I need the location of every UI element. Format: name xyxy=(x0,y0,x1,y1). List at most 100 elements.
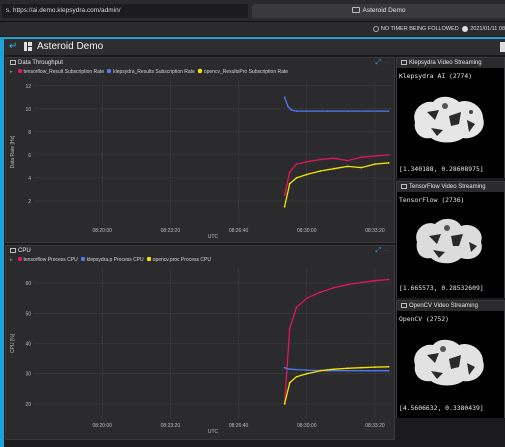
legend-label[interactable]: klepsydra_Results Subscription Rate xyxy=(113,69,195,75)
data-point xyxy=(374,366,376,368)
panel-tools[interactable]: ⤢ ⋯ xyxy=(375,246,390,256)
legend-toggle-icon[interactable]: ▸ xyxy=(10,256,13,264)
x-tick-label: 08:26:40 xyxy=(229,228,249,234)
series-line xyxy=(283,366,389,405)
legend-swatch xyxy=(197,69,202,73)
page-title: Asteroid Demo xyxy=(37,41,104,52)
data-point xyxy=(305,372,308,375)
y-tick-label: 10 xyxy=(25,107,31,113)
y-tick-label: 4 xyxy=(28,176,31,182)
y-tick-label: 12 xyxy=(25,84,31,90)
data-point xyxy=(387,278,390,281)
chart-icon xyxy=(10,60,16,65)
data-point xyxy=(295,306,298,309)
chart-legend: ▸ tensorflow_Result Subscription Rate klep… xyxy=(10,68,288,76)
tensorflow-video-panel: TensorFlow Video Streaming TensorFlow (2… xyxy=(396,181,505,298)
data-point xyxy=(295,177,298,179)
app-header: ↵ Asteroid Demo xyxy=(4,37,505,55)
panel-header: Data Throughput xyxy=(6,58,394,68)
legend-label[interactable]: tensorflow Process CPU xyxy=(24,257,78,263)
x-tick-label: 08:33:20 xyxy=(365,423,385,429)
series-line xyxy=(283,154,389,196)
data-point xyxy=(295,110,298,113)
menu-icon[interactable] xyxy=(500,42,505,52)
asteroid-image xyxy=(416,218,482,264)
chart-legend: ▸ tensorflow Process CPU klepsydra.p Proce… xyxy=(10,256,211,264)
x-tick-label: 08:30:00 xyxy=(297,423,317,429)
data-point xyxy=(333,167,335,170)
legend-label[interactable]: tensorflow_Result Subscription Rate xyxy=(24,69,105,75)
panel-title: OpenCV Video Streaming xyxy=(409,303,478,309)
x-tick-label: 08:30:00 xyxy=(297,228,317,234)
video-label: TensorFlow (2736) xyxy=(399,196,465,204)
dashboard-icon xyxy=(24,42,32,51)
x-tick-label: 08:23:20 xyxy=(161,228,181,234)
legend-swatch xyxy=(17,257,22,261)
data-point xyxy=(283,205,286,208)
data-point xyxy=(319,170,322,172)
fingerprint-icon xyxy=(372,25,379,32)
panel-header: CPU xyxy=(6,246,394,256)
data-point xyxy=(305,160,308,163)
more-icon[interactable]: ⋯ xyxy=(383,247,390,254)
data-point xyxy=(374,279,376,282)
x-tick-label: 08:33:20 xyxy=(365,228,385,234)
opencv-video-panel: OpenCV Video Streaming OpenCV (2752) [4.… xyxy=(396,300,505,418)
data-point xyxy=(319,369,322,372)
data-point xyxy=(346,165,349,168)
data-point xyxy=(387,369,390,372)
expand-icon[interactable]: ⤢ xyxy=(375,59,381,66)
legend-swatch xyxy=(107,69,112,73)
cpu-panel: CPU ⤢ ⋯ ▸ tensorflow Process CPU klepsydra… xyxy=(5,245,395,440)
y-tick-label: 6 xyxy=(28,153,31,159)
data-point xyxy=(288,171,291,174)
expand-icon[interactable]: ⤢ xyxy=(375,247,381,254)
x-tick-label: 08:20:00 xyxy=(92,423,112,429)
data-point xyxy=(288,381,291,384)
legend-swatch xyxy=(17,69,22,73)
more-icon[interactable]: ⋯ xyxy=(383,59,390,66)
series-line xyxy=(283,278,389,404)
video-coordinates: [1.665573, 0.28532609] xyxy=(399,284,484,292)
y-tick-label: 50 xyxy=(25,311,31,317)
legend-toggle-icon[interactable]: ▸ xyxy=(10,68,13,76)
panel-title: CPU xyxy=(18,248,31,254)
data-point xyxy=(283,403,286,405)
data-point xyxy=(305,110,308,113)
browser-toolbar: s. https://ai.demo.klepsydra.com/admin/ … xyxy=(0,0,505,22)
legend-label[interactable]: opencv.proc Process CPU xyxy=(153,257,211,263)
data-point xyxy=(360,281,363,284)
data-point xyxy=(295,163,298,165)
data-point xyxy=(287,105,289,108)
video-stream: TensorFlow (2736) [1.665573, 0.28532609] xyxy=(397,192,504,298)
data-point xyxy=(333,286,335,289)
address-bar[interactable]: s. https://ai.demo.klepsydra.com/admin/ xyxy=(2,4,248,18)
legend-label[interactable]: klepsydra.p Process CPU xyxy=(87,257,144,263)
back-arrow-icon[interactable]: ↵ xyxy=(9,40,17,54)
y-tick-label: 40 xyxy=(25,342,31,348)
image-icon xyxy=(401,60,407,65)
x-tick-label: 08:26:40 xyxy=(229,423,249,429)
panel-tools[interactable]: ⤢ ⋯ xyxy=(375,58,390,68)
data-point xyxy=(295,375,298,378)
panel-header: OpenCV Video Streaming xyxy=(397,301,504,311)
video-coordinates: [1.340188, 0.28608975] xyxy=(399,165,484,173)
browser-tab[interactable]: Asteroid Demo xyxy=(252,4,505,18)
legend-swatch xyxy=(80,257,85,261)
tab-favicon-icon xyxy=(351,7,360,14)
y-axis-label: Data Rate [Hz] xyxy=(10,135,16,168)
asteroid-image xyxy=(414,96,484,143)
legend-label[interactable]: opencv_ResultsPro Subscription Rate xyxy=(204,69,288,75)
asteroid-image xyxy=(414,339,484,386)
status-bar: NO TIMER BEING FOLLOWED 2021/01/11 08 xyxy=(0,22,505,36)
data-point xyxy=(290,109,293,111)
data-point xyxy=(288,368,291,371)
status-info: NO TIMER BEING FOLLOWED 2021/01/11 08 xyxy=(371,22,505,36)
x-axis-label: UTC xyxy=(208,429,219,435)
klepsydra-video-panel: Klepsydra Video Streaming Klepsydra AI (… xyxy=(396,57,505,178)
data-point xyxy=(333,368,335,371)
y-tick-label: 8 xyxy=(28,130,31,136)
status-date: 2021/01/11 08 xyxy=(470,26,505,32)
x-tick-label: 08:20:00 xyxy=(92,228,112,234)
y-axis-label: CPU [%] xyxy=(10,333,16,353)
